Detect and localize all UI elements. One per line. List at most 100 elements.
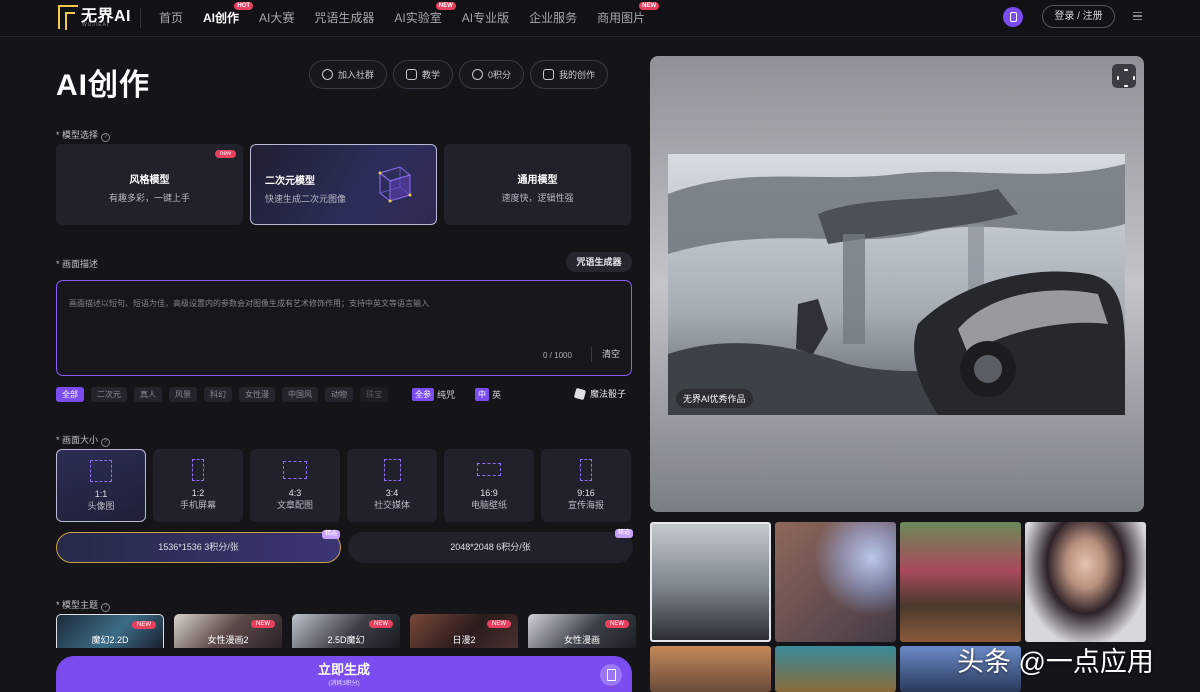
- featured-badge: 精选: [614, 529, 633, 538]
- theme-card-fantasy-2-2d[interactable]: NEW 魔幻2.2D: [56, 614, 164, 648]
- nav-label: AI创作: [203, 11, 240, 25]
- thumbnail-image[interactable]: [775, 522, 896, 642]
- size-ratio: 9:16: [577, 488, 595, 498]
- new-badge: NEW: [639, 2, 660, 10]
- points-button[interactable]: 0积分: [459, 60, 525, 89]
- dice-label: 魔法骰子: [590, 389, 627, 399]
- nav-label: AI实验室: [394, 11, 442, 25]
- mobile-app-button[interactable]: [1003, 7, 1023, 27]
- preview-image: 无界AI优秀作品: [668, 154, 1125, 415]
- size-option-16-9[interactable]: 16:9 电脑壁纸: [444, 449, 534, 522]
- watermark-label: 无界AI优秀作品: [676, 389, 753, 408]
- ratio-frame-icon: [477, 463, 501, 476]
- logo[interactable]: 无界AI WUJIEAI: [58, 2, 131, 32]
- theme-name: 2.5D魔幻: [327, 635, 365, 645]
- my-creations-button[interactable]: 我的创作: [530, 60, 609, 89]
- thumbnail-image[interactable]: [775, 646, 896, 692]
- resolution-1536[interactable]: 1536*1536 3积分/张 精选: [56, 530, 341, 563]
- prompt-section-label: * 画面描述: [56, 259, 99, 269]
- tag-all[interactable]: 全部: [56, 387, 84, 402]
- help-icon[interactable]: ?: [101, 603, 111, 612]
- nav-item-enterprise[interactable]: 企业服务: [529, 0, 577, 37]
- ratio-frame-icon: [580, 459, 592, 481]
- language-toggle[interactable]: 中英: [475, 388, 501, 401]
- nav-item-ai-pro[interactable]: AI专业版: [462, 0, 509, 37]
- fullscreen-icon[interactable]: [1112, 64, 1136, 88]
- resolution-2048[interactable]: 2048*2048 6积分/张 精选: [348, 529, 633, 563]
- model-card-general[interactable]: 通用模型 速度快，逻辑性强: [444, 144, 631, 225]
- spell-generator-button[interactable]: 咒语生成器: [566, 252, 632, 272]
- tutorial-button[interactable]: 教学: [393, 60, 454, 89]
- size-option-3-4[interactable]: 3:4 社交媒体: [347, 449, 437, 522]
- size-option-1-1[interactable]: 1:1 头像图: [56, 449, 146, 522]
- size-ratio: 1:2: [191, 488, 205, 498]
- thumbnail-image[interactable]: [1025, 522, 1146, 642]
- logo-subtext: WUJIEAI: [82, 22, 110, 28]
- toggle-label: 英: [492, 390, 502, 400]
- nav-divider: [140, 8, 141, 28]
- new-tag: NEW: [369, 620, 393, 628]
- size-option-9-16[interactable]: 9:16 宣传海报: [541, 449, 631, 522]
- button-label: 教学: [422, 70, 441, 80]
- prompt-input[interactable]: 画面描述以短句、短语为佳，高级设置内的参数会对图像生成有艺术修饰作用；支持中英文…: [56, 280, 632, 376]
- thumbnail-image[interactable]: [900, 522, 1021, 642]
- login-register-button[interactable]: 登录 / 注册: [1042, 5, 1115, 28]
- nav-label: 咒语生成器: [314, 11, 375, 25]
- thumbnail-image[interactable]: [650, 646, 771, 692]
- preview-panel: 无界AI优秀作品: [650, 56, 1144, 512]
- size-ratio: 4:3: [288, 488, 302, 498]
- full-params-toggle[interactable]: 全参 纯咒: [412, 388, 455, 401]
- nav-label: AI大赛: [259, 11, 295, 25]
- nav-item-spell-generator[interactable]: 咒语生成器: [314, 0, 374, 37]
- toggle-key: 中: [475, 388, 490, 401]
- magic-dice-button[interactable]: 魔法骰子: [573, 387, 627, 400]
- page-title: AI创作: [56, 69, 150, 102]
- model-cards: new 风格模型 有趣多彩，一键上手 二次元模型 快速生成二次元图像 通用模型 …: [56, 144, 638, 225]
- hamburger-menu-icon[interactable]: [1133, 12, 1142, 20]
- button-label: 加入社群: [338, 70, 375, 80]
- clear-button[interactable]: 清空: [591, 347, 620, 362]
- size-name: 宣传海报: [567, 500, 604, 510]
- size-option-4-3[interactable]: 4:3 文章配图: [250, 449, 340, 522]
- tag-animals[interactable]: 动物: [325, 387, 353, 402]
- tag-anime[interactable]: 二次元: [91, 387, 127, 402]
- help-icon[interactable]: ?: [101, 133, 111, 142]
- tag-scifi[interactable]: 科幻: [204, 387, 232, 402]
- size-name: 电脑壁纸: [470, 500, 507, 510]
- model-card-style[interactable]: new 风格模型 有趣多彩，一键上手: [56, 144, 243, 225]
- points-icon: [472, 69, 484, 80]
- nav-item-home[interactable]: 首页: [159, 0, 183, 37]
- model-section-label: * 模型选择?: [56, 128, 111, 142]
- tag-chinese-style[interactable]: 中国风: [282, 387, 318, 402]
- nav-label: 企业服务: [529, 11, 578, 25]
- join-community-button[interactable]: 加入社群: [309, 60, 388, 89]
- label-text: * 模型主题: [56, 600, 99, 610]
- model-card-anime[interactable]: 二次元模型 快速生成二次元图像: [250, 144, 437, 225]
- resolution-options: 1536*1536 3积分/张 精选 2048*2048 6积分/张 精选: [56, 529, 640, 563]
- nav-item-ai-lab[interactable]: AI实验室 NEW: [394, 0, 456, 37]
- nav-item-commercial-images[interactable]: 商用图片 NEW: [597, 0, 660, 37]
- size-ratio: 1:1: [94, 489, 108, 499]
- theme-card-female-comic[interactable]: NEW 女性漫画: [528, 614, 636, 648]
- tag-jewelry[interactable]: 珠宝: [360, 387, 388, 402]
- thumbnail-image[interactable]: [650, 522, 771, 642]
- theme-card-anime-2[interactable]: NEW 日漫2: [410, 614, 518, 648]
- featured-badge: 精选: [321, 530, 340, 539]
- size-name: 文章配图: [276, 500, 313, 510]
- chat-icon: [322, 69, 333, 80]
- model-card-title: 通用模型: [517, 175, 558, 186]
- nav-item-ai-contest[interactable]: AI大赛: [259, 0, 294, 37]
- document-icon[interactable]: [600, 664, 622, 686]
- theme-card-2-5d-fantasy[interactable]: NEW 2.5D魔幻: [292, 614, 400, 648]
- tag-realistic[interactable]: 真人: [134, 387, 162, 402]
- model-card-title: 风格模型: [129, 175, 170, 186]
- theme-name: 女性漫画: [563, 635, 600, 645]
- theme-card-female-comic-2[interactable]: NEW 女性漫画2: [174, 614, 282, 648]
- new-tag: new: [214, 150, 236, 158]
- help-icon[interactable]: ?: [101, 438, 111, 447]
- nav-item-ai-create[interactable]: AI创作 HOT: [203, 0, 254, 37]
- tag-female-comic[interactable]: 女性漫: [239, 387, 275, 402]
- generate-button[interactable]: 立即生成 (消耗3积分): [56, 656, 632, 692]
- size-option-1-2[interactable]: 1:2 手机屏幕: [153, 449, 243, 522]
- tag-landscape[interactable]: 风景: [169, 387, 197, 402]
